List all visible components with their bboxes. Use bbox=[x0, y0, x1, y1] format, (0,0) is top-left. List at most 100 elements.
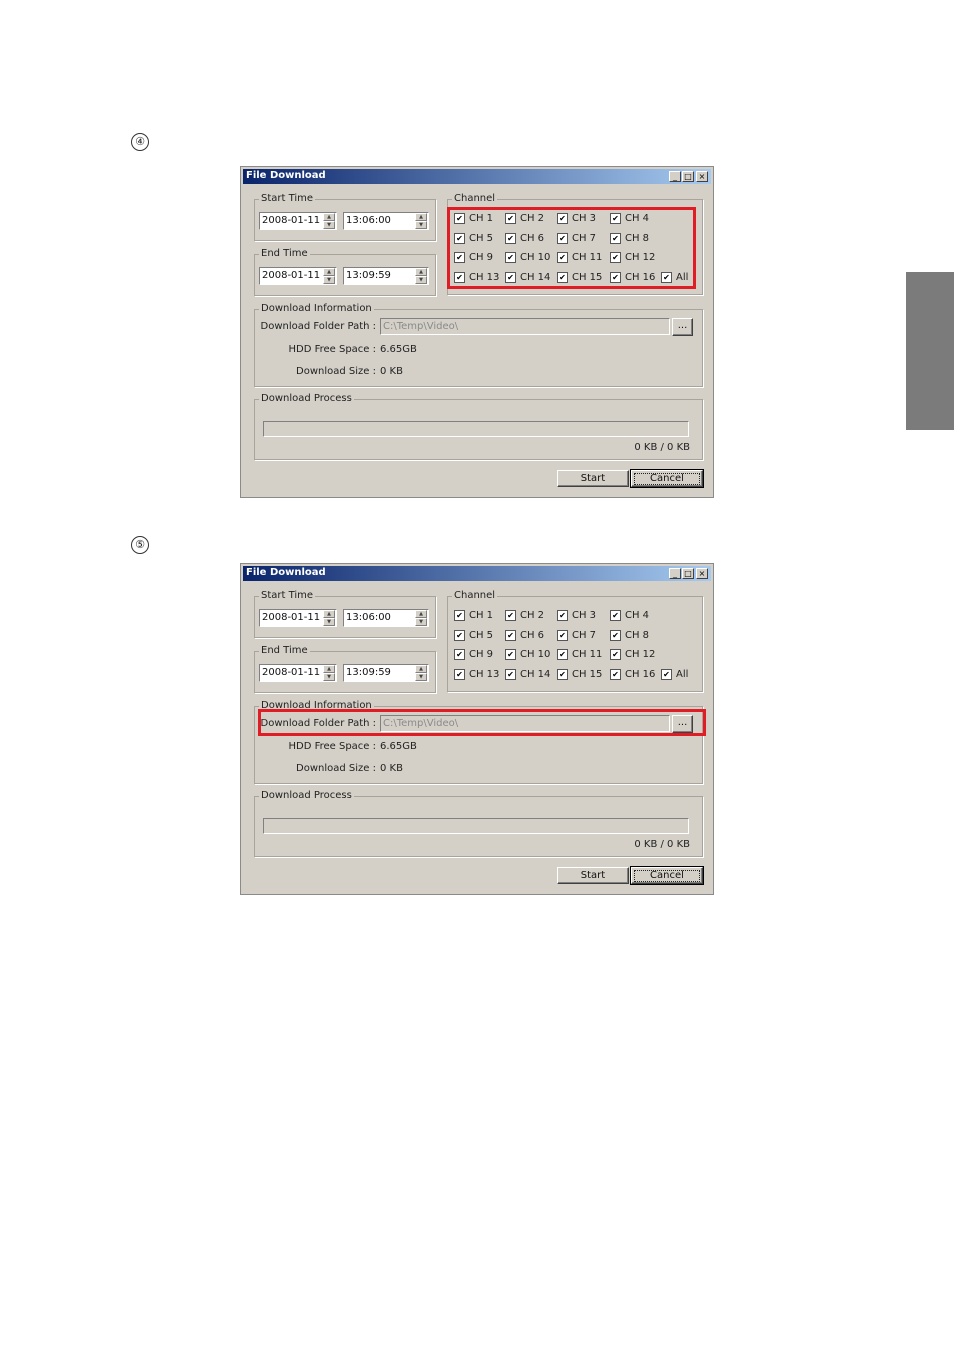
channel-checkbox-label: CH 11 bbox=[572, 649, 603, 660]
start-time-label: Start Time bbox=[259, 193, 316, 204]
checkmark-icon: ✔ bbox=[505, 630, 516, 641]
title-bar: File Download _ □ × bbox=[243, 566, 711, 581]
maximize-icon[interactable]: □ bbox=[682, 171, 694, 182]
start-date-spinner[interactable]: ▲ ▼ bbox=[323, 213, 335, 229]
file-download-dialog-step5: File Download _ □ × Start Time 2008-01-1… bbox=[240, 563, 714, 895]
checkmark-icon: ✔ bbox=[505, 669, 516, 680]
channel-checkbox[interactable]: ✔ CH 11 bbox=[557, 649, 602, 661]
progress-status: 0 KB / 0 KB bbox=[634, 442, 690, 453]
channel-checkbox[interactable]: ✔ CH 14 bbox=[505, 669, 550, 681]
channel-checkbox[interactable]: ✔ CH 16 bbox=[610, 669, 655, 681]
download-size-label: Download Size : bbox=[296, 763, 376, 774]
checkmark-icon: ✔ bbox=[505, 610, 516, 621]
checkmark-icon: ✔ bbox=[610, 610, 621, 621]
checkmark-icon: ✔ bbox=[610, 630, 621, 641]
channel-checkbox[interactable]: ✔ CH 12 bbox=[610, 649, 655, 661]
minimize-icon[interactable]: _ bbox=[669, 171, 681, 182]
all-channels-checkbox[interactable]: ✔ All bbox=[661, 669, 688, 681]
file-download-dialog-step4: File Download _ □ × Start Time 2008-01-1… bbox=[240, 166, 714, 498]
end-time-label: End Time bbox=[259, 645, 310, 656]
start-date-spinner[interactable]: ▲ ▼ bbox=[323, 610, 335, 626]
all-channels-label: All bbox=[676, 669, 689, 680]
channel-checkbox[interactable]: ✔ CH 6 bbox=[505, 630, 544, 642]
end-time-group: End Time 2008-01-11 ▲ ▼ 13:09:59 ▲ ▼ bbox=[254, 248, 436, 296]
free-space-value: 6.65GB bbox=[380, 344, 417, 355]
folder-path-highlight-box bbox=[258, 709, 706, 736]
cancel-button[interactable]: Cancel bbox=[630, 469, 704, 488]
channel-checkbox[interactable]: ✔ CH 7 bbox=[557, 630, 596, 642]
checkmark-icon: ✔ bbox=[557, 649, 568, 660]
minimize-icon[interactable]: _ bbox=[669, 568, 681, 579]
start-time-group: Start Time 2008-01-11 ▲ ▼ 13:06:00 ▲ ▼ bbox=[254, 590, 436, 638]
download-size-label: Download Size : bbox=[296, 366, 376, 377]
download-info-group: Download Information Download Folder Pat… bbox=[254, 303, 703, 387]
free-space-value: 6.65GB bbox=[380, 741, 417, 752]
channel-checkbox[interactable]: ✔ CH 5 bbox=[454, 630, 493, 642]
channel-checkbox[interactable]: ✔ CH 4 bbox=[610, 610, 649, 622]
cancel-button-label: Cancel bbox=[634, 870, 700, 882]
progress-bar bbox=[263, 818, 689, 834]
channel-checkbox-label: CH 10 bbox=[520, 649, 551, 660]
channel-checkbox[interactable]: ✔ CH 8 bbox=[610, 630, 649, 642]
channel-checkbox[interactable]: ✔ CH 9 bbox=[454, 649, 493, 661]
channel-checkbox[interactable]: ✔ CH 15 bbox=[557, 669, 602, 681]
checkmark-icon: ✔ bbox=[454, 630, 465, 641]
folder-path-field[interactable]: C:\Temp\Video\ bbox=[380, 318, 670, 335]
channel-checkbox[interactable]: ✔ CH 1 bbox=[454, 610, 493, 622]
checkmark-icon: ✔ bbox=[505, 649, 516, 660]
checkmark-icon: ✔ bbox=[454, 669, 465, 680]
end-date-spinner[interactable]: ▲ ▼ bbox=[323, 268, 335, 284]
channel-checkbox-label: CH 15 bbox=[572, 669, 603, 680]
maximize-icon[interactable]: □ bbox=[682, 568, 694, 579]
channel-group: Channel ✔ CH 1 ✔ CH 2 ✔ CH 3 ✔ CH 4 ✔ CH 5 ✔ CH 6 ✔ C… bbox=[447, 590, 703, 692]
start-button[interactable]: Start bbox=[557, 867, 629, 884]
start-button[interactable]: Start bbox=[557, 470, 629, 487]
close-icon[interactable]: × bbox=[696, 568, 708, 579]
start-time-spinner[interactable]: ▲ ▼ bbox=[415, 610, 427, 626]
download-info-label: Download Information bbox=[259, 303, 374, 314]
channel-checkbox-label: CH 4 bbox=[625, 610, 650, 621]
channel-checkbox-label: CH 2 bbox=[520, 610, 545, 621]
channel-checkbox[interactable]: ✔ CH 10 bbox=[505, 649, 550, 661]
cancel-button-label: Cancel bbox=[634, 473, 700, 485]
start-time-spinner[interactable]: ▲ ▼ bbox=[415, 213, 427, 229]
end-date-spinner[interactable]: ▲ ▼ bbox=[323, 665, 335, 681]
channel-highlight-box bbox=[447, 207, 696, 289]
end-time-group: End Time 2008-01-11 ▲ ▼ 13:09:59 ▲ ▼ bbox=[254, 645, 436, 693]
checkmark-icon: ✔ bbox=[661, 669, 672, 680]
end-time-label: End Time bbox=[259, 248, 310, 259]
dialog-title: File Download bbox=[246, 567, 326, 578]
progress-status: 0 KB / 0 KB bbox=[634, 839, 690, 850]
folder-path-label: Download Folder Path : bbox=[260, 321, 376, 332]
checkmark-icon: ✔ bbox=[454, 610, 465, 621]
cancel-button[interactable]: Cancel bbox=[630, 866, 704, 885]
end-time-spinner[interactable]: ▲ ▼ bbox=[415, 268, 427, 284]
download-process-group: Download Process 0 KB / 0 KB bbox=[254, 393, 703, 460]
channel-checkbox-label: CH 1 bbox=[469, 610, 494, 621]
end-time-spinner[interactable]: ▲ ▼ bbox=[415, 665, 427, 681]
step-number-5: ⑤ bbox=[131, 536, 149, 554]
channel-checkbox-label: CH 14 bbox=[520, 669, 551, 680]
channel-checkbox-label: CH 12 bbox=[625, 649, 656, 660]
title-bar: File Download _ □ × bbox=[243, 169, 711, 184]
channel-checkbox-label: CH 9 bbox=[469, 649, 494, 660]
checkmark-icon: ✔ bbox=[454, 649, 465, 660]
channel-label: Channel bbox=[452, 193, 498, 204]
free-space-label: HDD Free Space : bbox=[288, 344, 376, 355]
channel-checkbox[interactable]: ✔ CH 3 bbox=[557, 610, 596, 622]
channel-checkbox[interactable]: ✔ CH 2 bbox=[505, 610, 544, 622]
step-number-4: ④ bbox=[131, 133, 149, 151]
download-process-label: Download Process bbox=[259, 790, 354, 801]
progress-bar bbox=[263, 421, 689, 437]
close-icon[interactable]: × bbox=[696, 171, 708, 182]
download-process-label: Download Process bbox=[259, 393, 354, 404]
channel-checkbox[interactable]: ✔ CH 13 bbox=[454, 669, 499, 681]
checkmark-icon: ✔ bbox=[557, 669, 568, 680]
free-space-label: HDD Free Space : bbox=[288, 741, 376, 752]
browse-button[interactable]: ... bbox=[672, 318, 693, 336]
checkmark-icon: ✔ bbox=[610, 669, 621, 680]
channel-checkbox-label: CH 8 bbox=[625, 630, 650, 641]
channel-checkbox-label: CH 3 bbox=[572, 610, 597, 621]
channel-checkbox-label: CH 6 bbox=[520, 630, 545, 641]
checkmark-icon: ✔ bbox=[557, 610, 568, 621]
